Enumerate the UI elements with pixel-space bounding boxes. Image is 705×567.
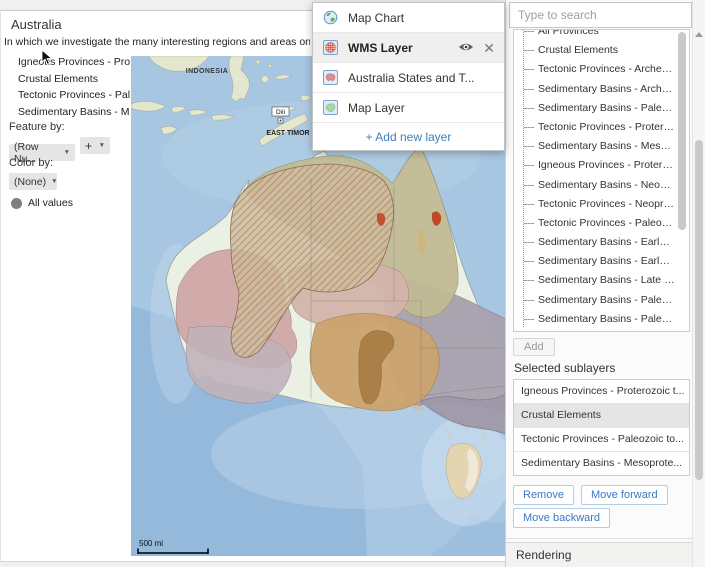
- rendering-label: Rendering: [516, 548, 571, 562]
- chevron-down-icon: ▼: [51, 178, 57, 185]
- feature-layer-icon: [323, 70, 338, 85]
- sublayer-tree-item[interactable]: Sedimentary Basins - Mesoprot...: [523, 137, 675, 156]
- layer-label: Australia States and T...: [348, 71, 475, 85]
- sublayer-tree-item[interactable]: Sedimentary Basins - Paleozoic...: [523, 310, 675, 329]
- feature-by-label: Feature by:: [9, 121, 110, 133]
- page-title: Australia: [11, 17, 62, 32]
- tree-scrollbar-thumb[interactable]: [678, 32, 686, 230]
- selected-sublayer-row[interactable]: Tectonic Provinces - Paleozoic to...: [514, 428, 689, 452]
- all-values-color-dot: [11, 198, 22, 209]
- layer-row-wms-layer[interactable]: WMS Layer ✕: [313, 33, 504, 63]
- mouse-cursor-icon: [41, 49, 54, 67]
- sublayer-tree-item[interactable]: Tectonic Provinces - Paleozoic t...: [523, 214, 675, 233]
- color-by-control: Color by: (None) ▼: [9, 157, 57, 190]
- selected-sublayer-row[interactable]: Crustal Elements: [514, 404, 689, 428]
- layer-row-map-chart[interactable]: Map Chart: [313, 3, 504, 33]
- indonesia-label: INDONESIA: [186, 68, 229, 75]
- plus-icon: +: [85, 139, 92, 153]
- chevron-down-icon: ▼: [99, 142, 105, 149]
- sublayer-tree-item[interactable]: All Provinces: [523, 29, 675, 41]
- wms-layer-icon: [323, 40, 338, 55]
- color-by-value: (None): [14, 176, 46, 188]
- layer-row-map-layer[interactable]: Map Layer: [313, 93, 504, 123]
- layer-label: Map Chart: [348, 11, 404, 25]
- chevron-down-icon: ▼: [64, 149, 70, 156]
- sublayer-tree-item[interactable]: Sedimentary Basins - Early to L...: [523, 252, 675, 271]
- selected-sublayers-label: Selected sublayers: [514, 361, 615, 375]
- sublayer-tree-item[interactable]: Igneous Provinces - Proterozoi...: [523, 156, 675, 175]
- bottom-strip: [0, 561, 505, 567]
- legend-item: Igneous Provinces - Protero: [18, 54, 130, 71]
- move-forward-button[interactable]: Move forward: [581, 485, 668, 505]
- feature-by-control: Feature by: (Row Nu... ▼ + ▼: [9, 121, 110, 161]
- globe-icon: [323, 10, 338, 25]
- panel-scrollbar-thumb[interactable]: [695, 140, 703, 480]
- layer-row-australia-states[interactable]: Australia States and T...: [313, 63, 504, 93]
- sublayer-tree-item[interactable]: Sedimentary Basins - Neoprote...: [523, 176, 675, 195]
- legend-item: Crustal Elements: [18, 71, 130, 88]
- add-new-layer-button[interactable]: + Add new layer: [313, 123, 504, 150]
- layer-label: WMS Layer: [348, 41, 413, 55]
- rendering-section-header[interactable]: Rendering: [506, 542, 693, 567]
- dili-label: Dili: [276, 109, 285, 116]
- sublayer-tree-box: All Provinces Crustal Elements Tectonic …: [513, 29, 690, 332]
- panel-scrollbar[interactable]: [692, 0, 705, 567]
- sublayer-tree-item[interactable]: Tectonic Provinces - Archean to...: [523, 60, 675, 79]
- move-backward-button[interactable]: Move backward: [513, 508, 610, 528]
- legend-item: Tectonic Provinces - Paleoz: [18, 87, 130, 104]
- east-timor-label: EAST TIMOR: [266, 130, 309, 137]
- legend-item: Sedimentary Basins - Meso: [18, 104, 130, 121]
- sublayer-tree-item[interactable]: Tectonic Provinces - Neoproter...: [523, 195, 675, 214]
- all-values-label: All values: [28, 197, 73, 209]
- selected-sublayers-list: Igneous Provinces - Proterozoic t... Cru…: [513, 379, 690, 476]
- sublayer-tree-item[interactable]: Sedimentary Basins - Paleoprot...: [523, 99, 675, 118]
- add-sublayer-button[interactable]: Add: [513, 338, 555, 356]
- scroll-up-arrow-icon[interactable]: [695, 32, 703, 37]
- layers-popup: Map Chart WMS Layer ✕: [312, 2, 505, 151]
- sublayer-tree-item[interactable]: Sedimentary Basins - Paleozoic...: [523, 291, 675, 310]
- add-column-button[interactable]: + ▼: [80, 137, 110, 154]
- all-values-legend-entry[interactable]: All values: [11, 197, 73, 209]
- map-layer-icon: [323, 100, 338, 115]
- sublayer-tree-item[interactable]: Sedimentary Basins - Early Pal...: [523, 233, 675, 252]
- app-window: Australia In which we investigate the ma…: [0, 0, 705, 567]
- search-input[interactable]: [509, 2, 692, 28]
- sublayer-tree-item[interactable]: Sedimentary Basins - Archean t...: [523, 80, 675, 99]
- sublayer-tree-item[interactable]: Sedimentary Basins - Late Pale...: [523, 271, 675, 290]
- color-by-label: Color by:: [9, 157, 57, 169]
- bass-strait-island: [447, 433, 450, 436]
- selected-sublayer-row[interactable]: Igneous Provinces - Proterozoic t...: [514, 380, 689, 404]
- selected-sublayer-row[interactable]: Sedimentary Basins - Mesoprote...: [514, 452, 689, 475]
- bass-strait-island: [481, 435, 484, 438]
- remove-button[interactable]: Remove: [513, 485, 574, 505]
- close-icon[interactable]: ✕: [483, 41, 495, 55]
- page-description: In which we investigate the many interes…: [4, 36, 310, 48]
- visibility-eye-icon[interactable]: [458, 41, 474, 55]
- sublayer-tree-item[interactable]: Tectonic Provinces - Proterozoic: [523, 118, 675, 137]
- sublayer-tree-item[interactable]: Crustal Elements: [523, 41, 675, 60]
- scale-label: 500 mi: [139, 539, 163, 548]
- legend: Igneous Provinces - Protero Crustal Elem…: [18, 54, 130, 120]
- section-divider: [506, 538, 693, 539]
- color-by-dropdown[interactable]: (None) ▼: [9, 173, 57, 190]
- sublayer-tree: All Provinces Crustal Elements Tectonic …: [514, 29, 689, 329]
- layer-label: Map Layer: [348, 101, 405, 115]
- wms-settings-sidebar: All Provinces Crustal Elements Tectonic …: [505, 0, 705, 567]
